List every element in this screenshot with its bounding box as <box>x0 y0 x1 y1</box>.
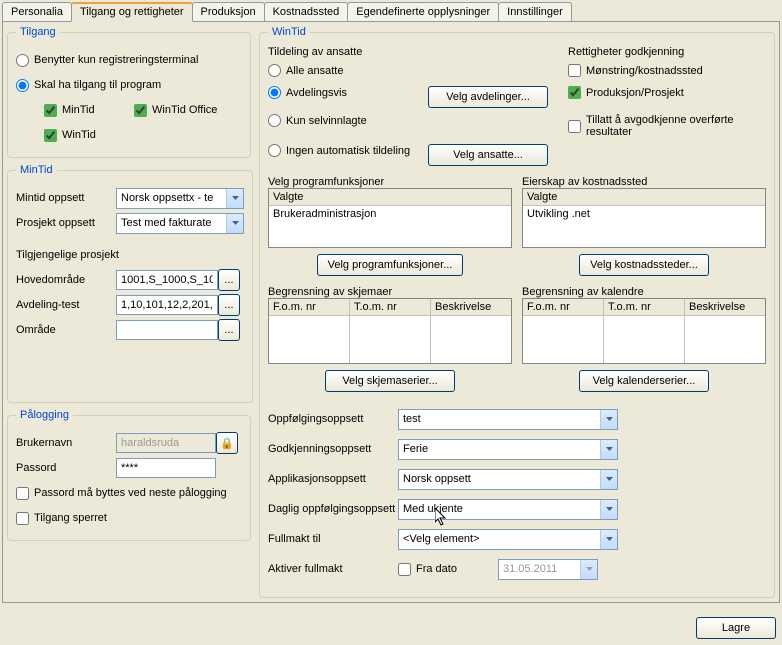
tilgang-legend: Tilgang <box>16 26 60 38</box>
cell-prog-val: Brukeradministrasjon <box>269 206 511 222</box>
radio-alle[interactable]: Alle ansatte <box>268 64 343 77</box>
tab-innstillinger[interactable]: Innstillinger <box>498 2 572 21</box>
col-fom-k: F.o.m. nr <box>523 299 603 316</box>
hd-valgte-eier: Valgte <box>523 189 765 206</box>
btn-lagre[interactable]: Lagre <box>696 617 776 639</box>
chk-produksjon[interactable]: Produksjon/Prosjekt <box>568 86 684 99</box>
hd-valgte-prog: Valgte <box>269 189 511 206</box>
btn-velg-ansatte[interactable]: Velg ansatte... <box>428 144 548 166</box>
sel-oppfolging[interactable]: test <box>398 409 618 430</box>
chevron-down-icon <box>600 470 617 489</box>
wintid-legend: WinTid <box>268 26 310 38</box>
chevron-down-icon <box>600 440 617 459</box>
palogging-legend: Pålogging <box>16 409 73 421</box>
grid-kalendre[interactable]: F.o.m. nr T.o.m. nr Beskrivelse <box>522 298 766 364</box>
btn-velg-kostnadssteder[interactable]: Velg kostnadssteder... <box>579 254 709 276</box>
btn-velg-skjemaserier[interactable]: Velg skjemaserier... <box>325 370 455 392</box>
btn-omrade-browse[interactable]: ... <box>218 319 240 341</box>
chevron-down-icon <box>226 214 243 233</box>
cell-eier-val: Utvikling .net <box>523 206 765 222</box>
date-fra[interactable]: 31.05.2011 <box>498 559 598 580</box>
sel-godkjenning[interactable]: Ferie <box>398 439 618 460</box>
sel-prosjekt-oppsett[interactable]: Test med fakturate <box>116 213 244 234</box>
radio-avdelingsvis[interactable]: Avdelingsvis <box>268 86 347 99</box>
lbl-daglig: Daglig oppfølgingsoppsett <box>268 503 398 515</box>
btn-avdeling-browse[interactable]: ... <box>218 294 240 316</box>
lbl-brukernavn: Brukernavn <box>16 437 116 449</box>
col-beskrivelse-k: Beskrivelse <box>685 299 765 316</box>
chk-monstring[interactable]: Mønstring/kostnadssted <box>568 64 703 77</box>
lbl-kalendre: Begrensning av kalendre <box>522 286 766 298</box>
chk-mintid[interactable]: MinTid <box>44 104 134 117</box>
grid-eierskap[interactable]: Valgte Utvikling .net <box>522 188 766 248</box>
btn-velg-kalenderserier[interactable]: Velg kalenderserier... <box>579 370 709 392</box>
lbl-tildeling: Tildeling av ansatte <box>268 46 362 58</box>
lbl-oppfolging: Oppfølgingsoppsett <box>268 413 398 425</box>
lbl-fullmakt: Fullmakt til <box>268 533 398 545</box>
chk-tilgang-sperret[interactable]: Tilgang sperret <box>16 512 107 525</box>
lbl-passord: Passord <box>16 462 116 474</box>
chk-passord-bytte[interactable]: Passord må byttes ved neste pålogging <box>16 487 227 500</box>
lbl-applikasjon: Applikasjonsoppsett <box>268 473 398 485</box>
lbl-hovedomrade: Hovedområde <box>16 274 116 286</box>
lbl-aktiver-fullmakt: Aktiver fullmakt <box>268 563 398 575</box>
tab-produksjon[interactable]: Produksjon <box>192 2 265 21</box>
lock-button[interactable]: 🔒 <box>216 432 238 454</box>
wintid-group: WinTid Tildeling av ansatte Rettigheter … <box>259 26 775 598</box>
tab-egendefinerte[interactable]: Egendefinerte opplysninger <box>347 2 499 21</box>
txt-hovedomrade[interactable] <box>116 270 218 290</box>
tab-tilgang[interactable]: Tilgang og rettigheter <box>71 2 193 22</box>
tab-personalia[interactable]: Personalia <box>2 2 72 21</box>
txt-omrade[interactable] <box>116 320 218 340</box>
sel-fullmakt[interactable]: <Velg element> <box>398 529 618 550</box>
chk-wintid[interactable]: WinTid <box>44 129 96 142</box>
txt-avdeling-test[interactable] <box>116 295 218 315</box>
btn-velg-programfunksjoner[interactable]: Velg programfunksjoner... <box>317 254 464 276</box>
btn-velg-avdelinger[interactable]: Velg avdelinger... <box>428 86 548 108</box>
lbl-programfunksjoner: Velg programfunksjoner <box>268 176 512 188</box>
lbl-mintid-oppsett: Mintid oppsett <box>16 192 116 204</box>
lbl-omrade: Område <box>16 324 116 336</box>
lock-icon: 🔒 <box>220 438 234 450</box>
txt-passord[interactable] <box>116 458 216 478</box>
chk-tillatt-avgodkjenne[interactable]: Tillatt å avgodkjenne overførte resultat… <box>568 114 766 138</box>
sel-mintid-oppsett[interactable]: Norsk oppsettx - te <box>116 188 244 209</box>
col-beskrivelse: Beskrivelse <box>431 299 511 316</box>
lbl-godkjenning: Godkjenningsoppsett <box>268 443 398 455</box>
radio-program[interactable]: Skal ha tilgang til program <box>16 79 161 92</box>
col-fom: F.o.m. nr <box>269 299 349 316</box>
lbl-eierskap: Eierskap av kostnadssted <box>522 176 766 188</box>
chevron-down-icon <box>580 560 597 579</box>
chevron-down-icon <box>600 530 617 549</box>
mintid-group: MinTid Mintid oppsett Norsk oppsettx - t… <box>7 164 253 403</box>
radio-terminal[interactable]: Benytter kun registreringsterminal <box>16 54 198 67</box>
chevron-down-icon <box>600 500 617 519</box>
mintid-legend: MinTid <box>16 164 57 176</box>
chk-wintid-office[interactable]: WinTid Office <box>134 104 217 117</box>
chevron-down-icon <box>600 410 617 429</box>
txt-brukernavn <box>116 433 216 453</box>
tab-kostnadssted[interactable]: Kostnadssted <box>264 2 349 21</box>
grid-programfunksjoner[interactable]: Valgte Brukeradministrasjon <box>268 188 512 248</box>
sel-daglig[interactable]: Med ukjente <box>398 499 618 520</box>
grid-skjemaer[interactable]: F.o.m. nr T.o.m. nr Beskrivelse <box>268 298 512 364</box>
chk-fra-dato[interactable]: Fra dato <box>398 563 498 576</box>
lbl-prosjekt-oppsett: Prosjekt oppsett <box>16 217 116 229</box>
chevron-down-icon <box>226 189 243 208</box>
lbl-skjemaer: Begrensning av skjemaer <box>268 286 512 298</box>
sel-applikasjon[interactable]: Norsk oppsett <box>398 469 618 490</box>
palogging-group: Pålogging Brukernavn 🔒 Passord Passord m… <box>7 409 251 541</box>
btn-hovedomrade-browse[interactable]: ... <box>218 269 240 291</box>
radio-selvinnlagte[interactable]: Kun selvinnlagte <box>268 114 367 127</box>
col-tom-k: T.o.m. nr <box>604 299 684 316</box>
lbl-avdeling-test: Avdeling-test <box>16 299 116 311</box>
radio-ingen[interactable]: Ingen automatisk tildeling <box>268 144 410 157</box>
lbl-tilgjengelige: Tilgjengelige prosjekt <box>16 249 119 261</box>
tilgang-group: Tilgang Benytter kun registreringstermin… <box>7 26 251 158</box>
col-tom: T.o.m. nr <box>350 299 430 316</box>
lbl-rettigheter: Rettigheter godkjenning <box>568 46 684 58</box>
